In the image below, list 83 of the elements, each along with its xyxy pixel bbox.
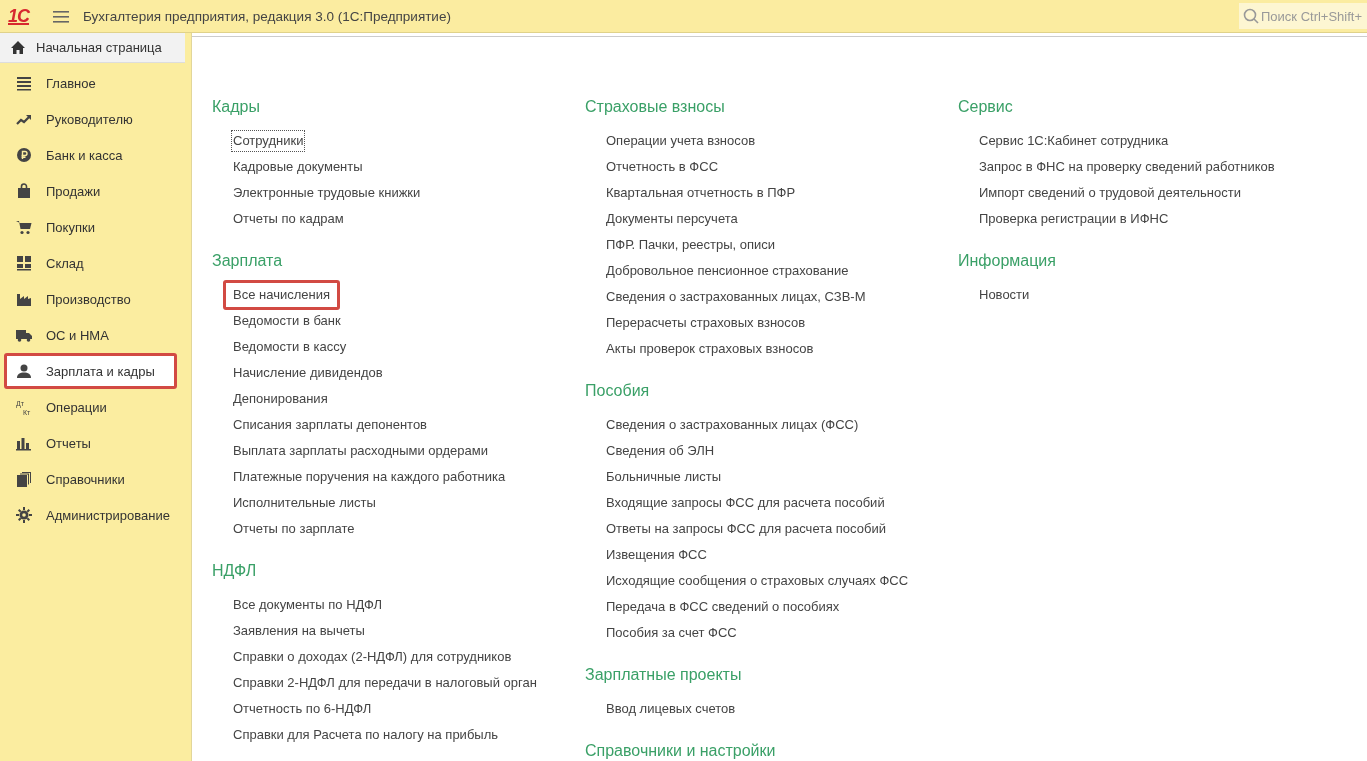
menu-link[interactable]: Сотрудники [231,130,306,152]
menu-link[interactable]: Сведения об ЭЛН [604,440,717,462]
truck-icon [16,327,32,343]
sidebar-item[interactable]: Производство [0,281,177,317]
sidebar-item[interactable]: Продажи [0,173,177,209]
menu-link[interactable]: Операции учета взносов [604,130,758,152]
section-heading: НДФЛ [212,561,257,581]
menu-link[interactable]: Сведения о застрахованных лицах (ФСС) [604,414,861,436]
menu-link[interactable]: Ведомости в кассу [231,336,349,358]
ruble-coin-icon [16,147,32,163]
sidebar-item[interactable]: Справочники [0,461,177,497]
menu-link[interactable]: Выплата зарплаты расходными ордерами [231,440,490,462]
menu-link[interactable]: Заявления на вычеты [231,620,367,642]
search-icon [1243,8,1259,24]
documents-icon [16,471,32,487]
home-tab[interactable]: Начальная страница [0,33,185,63]
menu-link[interactable]: Отчетность в ФСС [604,156,721,178]
menu-link[interactable]: Начисление дивидендов [231,362,385,384]
menu-link[interactable]: Ведомости в банк [231,310,343,332]
menu-link[interactable]: Сервис 1С:Кабинет сотрудника [977,130,1171,152]
menu-link[interactable]: Отчетность по 6-НДФЛ [231,698,374,720]
section-heading: Сервис [958,97,1013,117]
menu-link[interactable]: Квартальная отчетность в ПФР [604,182,798,204]
section-heading: Пособия [585,381,650,401]
app-logo: 1С [8,5,29,27]
section-heading: Кадры [212,97,260,117]
home-icon [10,40,26,55]
menu-link[interactable]: Импорт сведений о трудовой деятельности [977,182,1243,204]
cart-icon [16,219,32,235]
menu-link[interactable]: Запрос в ФНС на проверку сведений работников [977,156,1277,178]
menu-link[interactable]: Пособия за счет ФСС [604,622,739,644]
menu-link[interactable]: Справки о доходах (2-НДФЛ) для сотрудников [231,646,514,668]
menu-link[interactable]: Ввод лицевых счетов [604,698,738,720]
menu-link[interactable]: Справки для Расчета по налогу на прибыль [231,724,501,746]
menu-link[interactable]: Отчеты по кадрам [231,208,346,230]
section-heading: Страховые взносы [585,97,725,117]
menu-link[interactable]: Справки 2-НДФЛ для передачи в налоговый орган [231,672,539,694]
menu-link[interactable]: Все документы по НДФЛ [231,594,385,616]
section-heading: Информация [958,251,1056,271]
sidebar-item[interactable]: Руководителю [0,101,177,137]
settings-icon [16,507,32,523]
section-heading: Зарплатные проекты [585,665,742,685]
window-title: Бухгалтерия предприятия, редакция 3.0 (1С:Предприятие) [83,8,451,24]
section-heading: Зарплата [212,251,283,271]
bag-icon [16,183,32,199]
menu-link[interactable]: Депонирования [231,388,330,410]
factory-icon [16,291,32,307]
bar-chart-icon [16,435,32,451]
menu-link[interactable]: Электронные трудовые книжки [231,182,423,204]
menu-link[interactable]: Кадровые документы [231,156,365,178]
list-icon [16,75,32,91]
menu-link[interactable]: Сведения о застрахованных лицах, СЗВ-М [604,286,868,308]
menu-link[interactable]: Новости [977,284,1032,306]
menu-link[interactable]: Извещения ФСС [604,544,709,566]
menu-link[interactable]: Отчеты по зарплате [231,518,357,540]
menu-link[interactable]: Больничные листы [604,466,724,488]
person-icon [16,363,32,379]
sidebar-item[interactable]: Главное [0,65,177,101]
menu-link[interactable]: Документы персучета [604,208,740,230]
sidebar-item[interactable]: Зарплата и кадры [4,353,177,389]
menu-link[interactable]: Все начисления [223,280,340,310]
grid-icon [16,255,32,271]
section-heading: Справочники и настройки [585,741,776,761]
menu-link[interactable]: Проверка регистрации в ИФНС [977,208,1171,230]
sidebar-item[interactable]: Покупки [0,209,177,245]
menu-link[interactable]: Ответы на запросы ФСС для расчета пособий [604,518,888,540]
menu-link[interactable]: Исполнительные листы [231,492,378,514]
menu-link[interactable]: ПФР. Пачки, реестры, описи [604,234,778,256]
sidebar-item[interactable]: Отчеты [0,425,177,461]
sidebar-item[interactable]: Банк и касса [0,137,177,173]
search-box[interactable]: Поиск Ctrl+Shift+ [1239,3,1367,29]
menu-link[interactable]: Платежные поручения на каждого работника [231,466,508,488]
menu-link[interactable]: Перерасчеты страховых взносов [604,312,808,334]
menu-link[interactable]: Списания зарплаты депонентов [231,414,430,436]
sidebar-item[interactable]: ОС и НМА [0,317,177,353]
menu-icon [53,9,69,23]
menu-link[interactable]: Исходящие сообщения о страховых случаях ФСС [604,570,911,592]
menu-link[interactable]: Передача в ФСС сведений о пособиях [604,596,842,618]
menu-link[interactable]: Входящие запросы ФСС для расчета пособий [604,492,887,514]
menu-link[interactable]: Добровольное пенсионное страхование [604,260,851,282]
sidebar-item[interactable]: Склад [0,245,177,281]
sidebar-item[interactable]: Администрирование [0,497,177,533]
menu-link[interactable]: Акты проверок страховых взносов [604,338,816,360]
